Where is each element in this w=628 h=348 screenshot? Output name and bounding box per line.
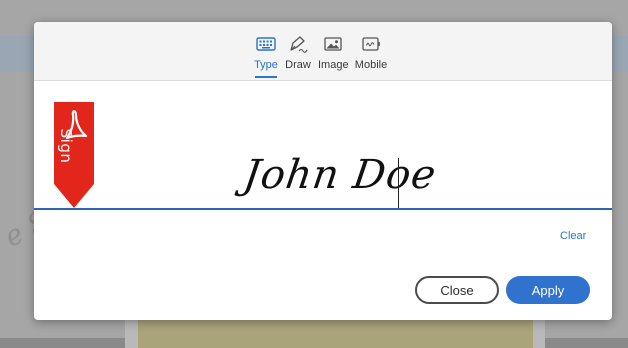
background-document-field — [138, 318, 533, 348]
pen-icon — [290, 36, 308, 53]
signature-baseline — [34, 208, 612, 210]
apply-button[interactable]: Apply — [506, 276, 590, 304]
active-tab-indicator — [255, 76, 277, 78]
tab-type-label: Type — [254, 59, 278, 71]
tab-draw-label: Draw — [285, 59, 311, 71]
tab-mobile-label: Mobile — [354, 59, 388, 71]
tab-type[interactable]: Type — [252, 34, 280, 78]
clear-link[interactable]: Clear — [560, 230, 586, 242]
mobile-icon — [362, 37, 380, 51]
signature-dialog: Type Draw Image Mobile Sign John Doe Cle… — [34, 22, 612, 320]
close-button[interactable]: Close — [415, 276, 499, 304]
signature-mode-tabs: Type Draw Image Mobile — [34, 22, 612, 81]
signature-input[interactable]: John Doe — [241, 152, 440, 198]
image-icon — [324, 37, 342, 51]
tab-image-label: Image — [318, 59, 349, 71]
text-caret — [398, 158, 399, 208]
tab-image[interactable]: Image — [318, 34, 349, 78]
ribbon-sign-label: Sign — [57, 128, 75, 164]
tab-draw[interactable]: Draw — [284, 34, 312, 78]
keyboard-icon — [256, 37, 276, 51]
tab-mobile[interactable]: Mobile — [354, 34, 388, 78]
